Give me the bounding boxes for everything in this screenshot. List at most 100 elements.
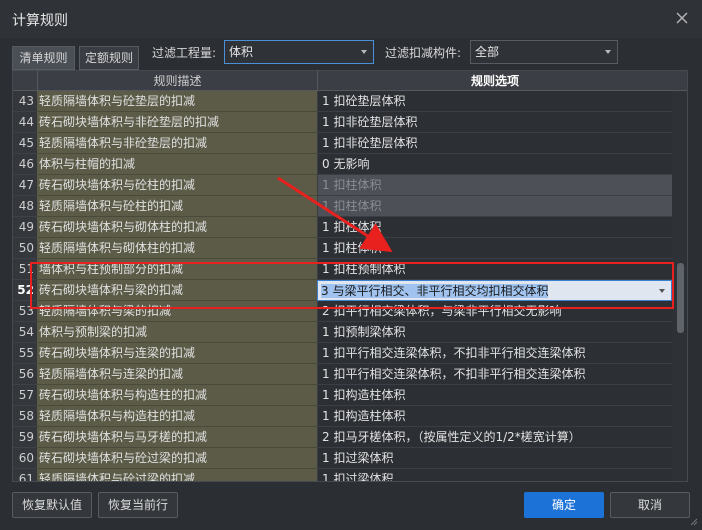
row-number: 61	[13, 469, 37, 481]
column-header-description[interactable]: 规则描述	[37, 71, 317, 91]
rule-option[interactable]: 1 扣非砼垫层体积	[317, 133, 672, 154]
rule-description: 砖石砌块墙体积与构造柱的扣减	[37, 385, 317, 406]
resize-grip-icon[interactable]	[690, 518, 698, 526]
rule-option[interactable]: 1 扣柱体积	[317, 238, 672, 259]
vertical-scrollbar[interactable]	[672, 91, 687, 481]
rule-description: 墙体积与柱预制部分的扣减	[37, 259, 317, 280]
table-row[interactable]: 52 砖石砌块墙体积与梁的扣减 3 与梁平行相交、非平行相交均扣相交体积	[13, 280, 672, 301]
rule-description: 砖石砌块墙体积与非砼垫层的扣减	[37, 112, 317, 133]
row-number: 53	[13, 301, 37, 322]
table-row[interactable]: 59 砖石砌块墙体积与马牙槎的扣减 2 扣马牙槎体积，（按属性定义的1/2*槎宽计算…	[13, 427, 672, 448]
tab-list-rules[interactable]: 清单规则	[12, 46, 75, 70]
window-title: 计算规则	[12, 13, 68, 29]
table-row[interactable]: 57 砖石砌块墙体积与构造柱的扣减 1 扣构造柱体积	[13, 385, 672, 406]
rule-option[interactable]: 1 扣过梁体积	[317, 448, 672, 469]
scrollbar-thumb[interactable]	[677, 263, 684, 333]
rule-option[interactable]: 0 无影响	[317, 154, 672, 175]
rule-description: 砖石砌块墙体积与梁的扣减	[37, 280, 317, 301]
row-number: 51	[13, 259, 37, 280]
rule-option[interactable]: 1 扣柱体积	[317, 217, 672, 238]
cancel-button[interactable]: 取消	[610, 492, 690, 518]
rule-option[interactable]: 1 扣过梁体积	[317, 469, 672, 481]
chevron-down-icon	[605, 50, 611, 54]
row-number: 59	[13, 427, 37, 448]
rule-description: 砖石砌块墙体积与砼柱的扣减	[37, 175, 317, 196]
table-row[interactable]: 61 轻质隔墙体积与砼过梁的扣减 1 扣过梁体积	[13, 469, 672, 481]
row-number: 46	[13, 154, 37, 175]
table-row[interactable]: 47 砖石砌块墙体积与砼柱的扣减 1 扣柱体积	[13, 175, 672, 196]
rule-description: 轻质隔墙体积与砼垫层的扣减	[37, 91, 317, 112]
table-row[interactable]: 50 轻质隔墙体积与砌体柱的扣减 1 扣柱体积	[13, 238, 672, 259]
grid-header: 规则描述 规则选项	[13, 71, 687, 91]
filter-quantity-label: 过滤工程量:	[152, 46, 217, 60]
table-row[interactable]: 58 轻质隔墙体积与构造柱的扣减 1 扣构造柱体积	[13, 406, 672, 427]
filter-quantity-value: 体积	[229, 45, 254, 59]
row-number: 54	[13, 322, 37, 343]
rule-description: 体积与预制梁的扣减	[37, 322, 317, 343]
row-number: 58	[13, 406, 37, 427]
rule-option[interactable]: 1 扣非砼垫层体积	[317, 112, 672, 133]
rule-option[interactable]: 1 扣预制梁体积	[317, 322, 672, 343]
rule-option[interactable]: 1 扣砼垫层体积	[317, 91, 672, 112]
chevron-down-icon[interactable]	[659, 289, 665, 293]
ok-button[interactable]: 确定	[524, 492, 604, 518]
rule-description: 体积与柱帽的扣减	[37, 154, 317, 175]
rule-description: 轻质隔墙体积与砼柱的扣减	[37, 196, 317, 217]
tab-quota-rules[interactable]: 定额规则	[79, 46, 139, 70]
rule-description: 砖石砌块墙体积与马牙槎的扣减	[37, 427, 317, 448]
rule-option[interactable]: 2 扣平行相交梁体积，与梁非平行相交无影响	[317, 301, 672, 322]
row-number: 47	[13, 175, 37, 196]
table-row[interactable]: 48 轻质隔墙体积与砼柱的扣减 1 扣柱体积	[13, 196, 672, 217]
row-number: 55	[13, 343, 37, 364]
grid-body: 43 轻质隔墙体积与砼垫层的扣减 1 扣砼垫层体积 44 砖石砌块墙体积与非砼垫层的扣减…	[13, 91, 672, 481]
rule-description: 砖石砌块墙体积与砌体柱的扣减	[37, 217, 317, 238]
rule-description: 砖石砌块墙体积与砼过梁的扣减	[37, 448, 317, 469]
rule-description: 轻质隔墙体积与非砼垫层的扣减	[37, 133, 317, 154]
rule-description: 轻质隔墙体积与梁的扣减	[37, 301, 317, 322]
row-number: 60	[13, 448, 37, 469]
row-number: 44	[13, 112, 37, 133]
table-row[interactable]: 45 轻质隔墙体积与非砼垫层的扣减 1 扣非砼垫层体积	[13, 133, 672, 154]
row-number: 56	[13, 364, 37, 385]
chevron-down-icon	[361, 50, 367, 54]
table-row[interactable]: 54 体积与预制梁的扣减 1 扣预制梁体积	[13, 322, 672, 343]
rule-option[interactable]: 1 扣平行相交连梁体积，不扣非平行相交连梁体积	[317, 364, 672, 385]
title-bar: 计算规则	[0, 0, 702, 38]
close-icon[interactable]	[672, 8, 692, 28]
table-row[interactable]: 55 砖石砌块墙体积与连梁的扣减 1 扣平行相交连梁体积，不扣非平行相交连梁体积	[13, 343, 672, 364]
table-row[interactable]: 53 轻质隔墙体积与梁的扣减 2 扣平行相交梁体积，与梁非平行相交无影响	[13, 301, 672, 322]
column-header-option[interactable]: 规则选项	[317, 71, 672, 91]
row-number: 57	[13, 385, 37, 406]
rule-description: 砖石砌块墙体积与连梁的扣减	[37, 343, 317, 364]
rule-option[interactable]: 1 扣构造柱体积	[317, 385, 672, 406]
rule-option-dropdown[interactable]: 3 与梁平行相交、非平行相交均扣相交体积	[317, 280, 672, 301]
rule-option[interactable]: 2 扣马牙槎体积，（按属性定义的1/2*槎宽计算）	[317, 427, 672, 448]
rule-description: 轻质隔墙体积与砼过梁的扣减	[37, 469, 317, 481]
rule-option[interactable]: 1 扣柱体积	[317, 196, 672, 217]
restore-default-button[interactable]: 恢复默认值	[12, 492, 92, 518]
filter-deduct-label: 过滤扣减构件:	[385, 46, 462, 60]
rule-option-value: 3 与梁平行相交、非平行相交均扣相交体积	[321, 284, 549, 298]
rule-description: 轻质隔墙体积与连梁的扣减	[37, 364, 317, 385]
row-number: 45	[13, 133, 37, 154]
row-number: 49	[13, 217, 37, 238]
rule-option[interactable]: 1 扣平行相交连梁体积，不扣非平行相交连梁体积	[317, 343, 672, 364]
table-row[interactable]: 60 砖石砌块墙体积与砼过梁的扣减 1 扣过梁体积	[13, 448, 672, 469]
row-number: 43	[13, 91, 37, 112]
filter-quantity-select[interactable]: 体积	[224, 40, 374, 64]
table-row[interactable]: 51 墙体积与柱预制部分的扣减 1 扣柱预制体积	[13, 259, 672, 280]
row-number: 52	[13, 280, 37, 301]
table-row[interactable]: 49 砖石砌块墙体积与砌体柱的扣减 1 扣柱体积	[13, 217, 672, 238]
rules-grid: 规则描述 规则选项 43 轻质隔墙体积与砼垫层的扣减 1 扣砼垫层体积 44 砖石砌块墙…	[12, 70, 688, 482]
restore-row-button[interactable]: 恢复当前行	[98, 492, 178, 518]
table-row[interactable]: 44 砖石砌块墙体积与非砼垫层的扣减 1 扣非砼垫层体积	[13, 112, 672, 133]
table-row[interactable]: 46 体积与柱帽的扣减 0 无影响	[13, 154, 672, 175]
rule-description: 轻质隔墙体积与构造柱的扣减	[37, 406, 317, 427]
table-row[interactable]: 56 轻质隔墙体积与连梁的扣减 1 扣平行相交连梁体积，不扣非平行相交连梁体积	[13, 364, 672, 385]
rule-option[interactable]: 1 扣构造柱体积	[317, 406, 672, 427]
table-row[interactable]: 43 轻质隔墙体积与砼垫层的扣减 1 扣砼垫层体积	[13, 91, 672, 112]
row-number: 50	[13, 238, 37, 259]
rule-option[interactable]: 1 扣柱体积	[317, 175, 672, 196]
rule-option[interactable]: 1 扣柱预制体积	[317, 259, 672, 280]
filter-deduct-select[interactable]: 全部	[470, 40, 618, 64]
